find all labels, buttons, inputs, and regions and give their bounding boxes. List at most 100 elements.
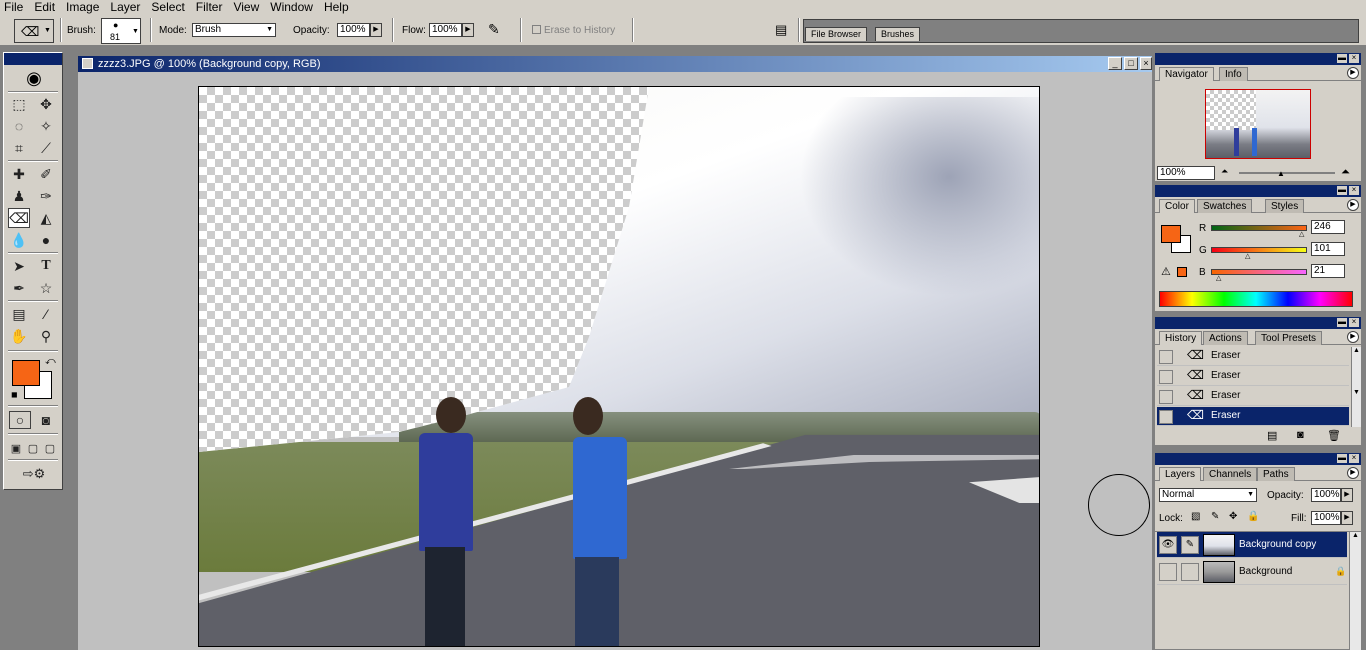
b-field[interactable]: 21: [1311, 264, 1345, 278]
zoom-slider[interactable]: [1239, 172, 1335, 174]
lock-position-icon[interactable]: ✥: [1229, 511, 1237, 522]
lock-all-icon[interactable]: 🔒: [1247, 511, 1259, 522]
tab-history[interactable]: History: [1159, 331, 1203, 345]
layers-scrollbar[interactable]: ▲: [1349, 532, 1361, 650]
menu-image[interactable]: Image: [66, 0, 99, 14]
layer-row-selected[interactable]: 👁 ✎ Background copy: [1157, 532, 1347, 558]
trash-icon[interactable]: 🗑: [1327, 429, 1341, 442]
history-item[interactable]: ⌫ Eraser: [1157, 367, 1349, 386]
crop-tool-icon[interactable]: ⌗: [8, 138, 30, 158]
history-brush-source-box[interactable]: [1159, 390, 1173, 404]
lasso-tool-icon[interactable]: ◌: [8, 116, 30, 136]
menu-help[interactable]: Help: [324, 0, 349, 14]
default-colors-icon[interactable]: ◼: [11, 390, 18, 399]
new-document-from-state-icon[interactable]: ▤: [1267, 429, 1277, 442]
menu-window[interactable]: Window: [270, 0, 313, 14]
layer-opacity-field[interactable]: 100%: [1311, 488, 1341, 502]
paintbrush-icon[interactable]: ✎: [1181, 536, 1199, 554]
tool-preset-picker[interactable]: ⌫ ▼: [14, 19, 54, 43]
standard-mode-icon[interactable]: ○: [9, 411, 31, 429]
foreground-color-swatch[interactable]: [1161, 225, 1181, 243]
b-slider-thumb[interactable]: △: [1216, 274, 1221, 282]
navigator-thumbnail[interactable]: [1205, 89, 1311, 159]
blur-tool-icon[interactable]: 💧: [8, 230, 30, 250]
history-brush-source-box[interactable]: [1159, 350, 1173, 364]
tab-swatches[interactable]: Swatches: [1197, 199, 1253, 213]
g-field[interactable]: 101: [1311, 242, 1345, 256]
g-slider-thumb[interactable]: △: [1245, 252, 1250, 260]
flow-field[interactable]: 100%: [429, 23, 462, 37]
eye-icon[interactable]: 👁: [1159, 536, 1177, 554]
minimize-button[interactable]: ▬: [1337, 186, 1347, 195]
well-tab-brushes[interactable]: Brushes: [875, 27, 921, 41]
lock-transparency-icon[interactable]: ▧: [1191, 511, 1200, 522]
opacity-field[interactable]: 100%: [337, 23, 370, 37]
brush-picker[interactable]: ● 81 ▼: [101, 18, 141, 44]
zoom-slider-thumb[interactable]: ▲: [1277, 169, 1285, 178]
visibility-box[interactable]: [1159, 563, 1177, 581]
maximize-button[interactable]: □: [1124, 57, 1138, 70]
menu-view[interactable]: View: [233, 0, 259, 14]
menu-file[interactable]: File: [4, 0, 23, 14]
screen-mode-standard-icon[interactable]: ▣: [8, 438, 24, 458]
palette-menu-button[interactable]: ▶: [1347, 467, 1359, 479]
navigator-zoom-field[interactable]: 100%: [1157, 166, 1215, 180]
minimize-button[interactable]: ▬: [1337, 318, 1347, 327]
adobe-online-icon[interactable]: ◉: [8, 66, 60, 90]
tab-info[interactable]: Info: [1219, 67, 1248, 81]
gamut-color-swatch[interactable]: [1177, 267, 1187, 277]
close-button[interactable]: ×: [1349, 454, 1359, 463]
new-snapshot-icon[interactable]: ◙: [1297, 429, 1304, 441]
pen-tool-icon[interactable]: ✒: [8, 278, 30, 298]
r-field[interactable]: 246: [1311, 220, 1345, 234]
paint-bucket-icon[interactable]: ◭: [35, 208, 57, 228]
clone-stamp-icon[interactable]: ♟: [8, 186, 30, 206]
menu-edit[interactable]: Edit: [34, 0, 55, 14]
airbrush-icon[interactable]: ✎: [488, 21, 500, 38]
slice-tool-icon[interactable]: ⟋: [35, 138, 57, 158]
well-tab-file-browser[interactable]: File Browser: [805, 27, 868, 41]
lock-image-icon[interactable]: ✎: [1211, 511, 1219, 522]
type-tool-icon[interactable]: T: [35, 256, 57, 276]
erase-history-checkbox[interactable]: [532, 25, 541, 34]
eyedropper-icon[interactable]: ⁄: [35, 304, 57, 324]
palette-menu-button[interactable]: ▶: [1347, 331, 1359, 343]
link-box[interactable]: [1181, 563, 1199, 581]
swap-colors-icon[interactable]: ⤺: [45, 356, 56, 367]
close-button[interactable]: ×: [1349, 54, 1359, 63]
menu-layer[interactable]: Layer: [110, 0, 140, 14]
navigator-titlebar[interactable]: ▬ ×: [1155, 53, 1361, 65]
tab-tool-presets[interactable]: Tool Presets: [1255, 331, 1323, 345]
palette-menu-button[interactable]: ▶: [1347, 199, 1359, 211]
foreground-color-swatch[interactable]: [12, 360, 40, 386]
dodge-tool-icon[interactable]: ●: [35, 230, 57, 250]
eraser-tool-icon[interactable]: ⌫: [8, 208, 30, 228]
tab-paths[interactable]: Paths: [1257, 467, 1295, 481]
close-button[interactable]: ×: [1349, 186, 1359, 195]
history-titlebar[interactable]: ▬ ×: [1155, 317, 1361, 329]
tab-styles[interactable]: Styles: [1265, 199, 1305, 213]
screen-mode-full-icon[interactable]: ▢: [42, 438, 58, 458]
tab-color[interactable]: Color: [1159, 199, 1195, 213]
tab-layers[interactable]: Layers: [1159, 467, 1202, 481]
zoom-in-icon[interactable]: ⏶: [1341, 166, 1350, 179]
history-brush-source-box[interactable]: [1159, 410, 1173, 424]
history-scrollbar[interactable]: ▲ ▼: [1351, 347, 1361, 427]
palette-well-icon[interactable]: ▤: [775, 22, 787, 38]
menu-filter[interactable]: Filter: [196, 0, 223, 14]
history-item-selected[interactable]: ⌫ Eraser: [1157, 407, 1349, 426]
fill-field[interactable]: 100%: [1311, 511, 1341, 525]
brush-tool-icon[interactable]: ✐: [35, 164, 57, 184]
opacity-slider-button[interactable]: ▶: [370, 23, 382, 37]
history-brush-icon[interactable]: ✑: [35, 186, 57, 206]
minimize-button[interactable]: ▬: [1337, 54, 1347, 63]
fill-slider-button[interactable]: ▶: [1341, 511, 1353, 525]
tab-actions[interactable]: Actions: [1203, 331, 1248, 345]
move-tool-icon[interactable]: ✥: [35, 94, 57, 114]
notes-tool-icon[interactable]: ▤: [8, 304, 30, 324]
history-item[interactable]: ⌫ Eraser: [1157, 347, 1349, 366]
minimize-button[interactable]: ▬: [1337, 454, 1347, 463]
marquee-tool-icon[interactable]: ⬚: [8, 94, 30, 114]
r-slider-thumb[interactable]: △: [1299, 230, 1304, 238]
tab-channels[interactable]: Channels: [1203, 467, 1258, 481]
